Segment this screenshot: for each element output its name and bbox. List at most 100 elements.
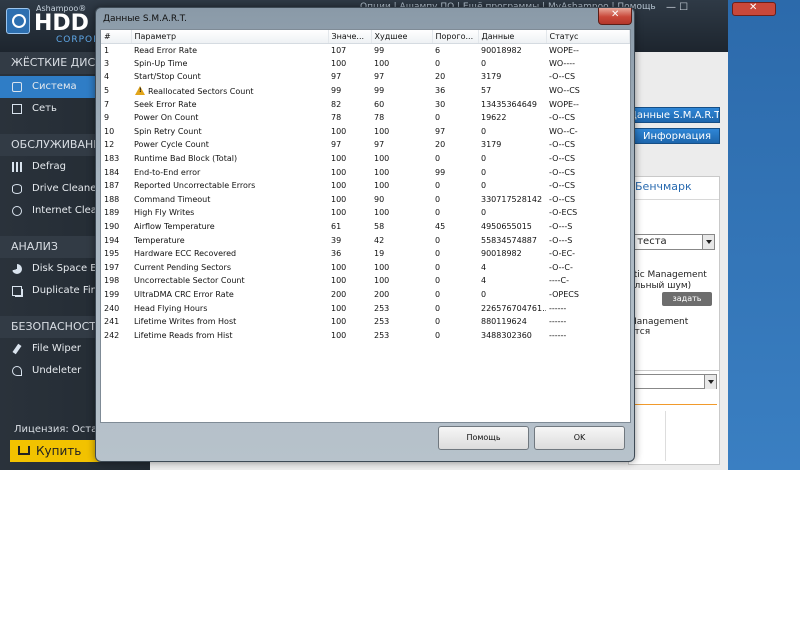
cell-threshold: 0 — [432, 152, 478, 166]
table-row[interactable]: 3 Spin-Up Time 100 100 0 0 WO---- — [101, 57, 629, 71]
cell-threshold-text: 0 — [435, 330, 441, 340]
table-row[interactable]: 183 Runtime Bad Block (Total) 100 100 0 0 -O--… — [101, 152, 629, 166]
cell-id: 10 — [101, 125, 131, 139]
help-button[interactable]: Помощь — [438, 426, 529, 450]
cell-data: 226576704761... — [478, 301, 546, 315]
column-header-worst[interactable]: Худшее — [371, 30, 433, 44]
smart-data-button[interactable]: Данные S.M.A.R.T. — [628, 107, 720, 123]
cell-parameter-text: Read Error Rate — [134, 45, 198, 55]
cell-data: 0 — [478, 206, 546, 220]
test-type-select[interactable]: к теста — [625, 234, 715, 250]
cell-status-text: -O---S — [549, 222, 573, 232]
cell-parameter: Current Pending Sectors — [131, 261, 328, 275]
table-row[interactable]: 184 End-to-End error 100 100 99 0 -O--CS — [101, 165, 629, 179]
table-row[interactable]: 240 Head Flying Hours 100 253 0 226576704761.… — [101, 301, 629, 315]
cell-status: -O--CS — [546, 193, 629, 207]
table-row[interactable]: 188 Command Timeout 100 90 0 330717528142 -O--… — [101, 193, 629, 207]
cell-status-text: ------ — [549, 330, 567, 340]
table-row[interactable]: 7 Seek Error Rate 82 60 30 13435364649 WOPE-- — [101, 97, 629, 111]
table-row[interactable]: 10 Spin Retry Count 100 100 97 0 WO--C- — [101, 125, 629, 139]
cell-id: 3 — [101, 57, 131, 71]
info-button[interactable]: Информация — [628, 128, 720, 144]
cell-status: WOPE-- — [546, 97, 629, 111]
cell-data-text: 3179 — [481, 140, 502, 150]
cell-threshold: 0 — [432, 315, 478, 329]
table-row[interactable]: 198 Uncorrectable Sector Count 100 100 0 4 ---… — [101, 274, 629, 288]
table-row[interactable]: 189 High Fly Writes 100 100 0 0 -O-ECS — [101, 206, 629, 220]
table-row[interactable]: 1 Read Error Rate 107 99 6 90018982 WOPE-- — [101, 43, 629, 57]
cell-parameter: Lifetime Reads from Hist — [131, 328, 328, 342]
cell-parameter: Start/Stop Count — [131, 70, 328, 84]
set-acoustic-button[interactable]: задать — [662, 292, 712, 306]
table-row[interactable]: 190 Airflow Temperature 61 58 45 4950655015 -O… — [101, 220, 629, 234]
cell-parameter-text: Hardware ECC Recovered — [134, 249, 237, 259]
chevron-down-icon[interactable] — [704, 375, 716, 389]
smart-data-dialog: Данные S.M.A.R.T. ✕ # Параметр Значе... … — [95, 7, 635, 462]
cell-id-text: 188 — [104, 194, 120, 204]
column-header-value[interactable]: Значе... — [328, 30, 372, 44]
dialog-close-button[interactable]: ✕ — [598, 8, 632, 25]
cell-data: 0 — [478, 288, 546, 302]
ok-button[interactable]: OK — [534, 426, 625, 450]
cell-data-text: 4 — [481, 276, 487, 286]
table-row[interactable]: 241 Lifetime Writes from Host 100 253 0 88011… — [101, 315, 629, 329]
cell-threshold: 0 — [432, 179, 478, 193]
cell-status-text: -O--CS — [549, 167, 576, 177]
column-header-id[interactable]: # — [101, 30, 132, 44]
cell-worst: 99 — [371, 84, 432, 98]
cell-id-text: 1 — [104, 45, 110, 55]
app-window-buttons[interactable]: — ☐ — [666, 2, 688, 13]
chevron-down-icon[interactable] — [702, 235, 714, 249]
cell-id: 184 — [101, 165, 131, 179]
cell-worst-text: 99 — [374, 86, 385, 96]
cell-worst: 19 — [371, 247, 432, 261]
cell-data: 90018982 — [478, 247, 546, 261]
column-header-status[interactable]: Статус — [546, 30, 630, 44]
cell-threshold-text: 99 — [435, 167, 446, 177]
drive-cleaner-icon — [12, 184, 22, 194]
cell-value-text: 200 — [331, 289, 347, 299]
cell-value-text: 100 — [331, 262, 347, 272]
table-row[interactable]: 12 Power Cycle Count 97 97 20 3179 -O--CS — [101, 138, 629, 152]
cell-threshold: 0 — [432, 111, 478, 125]
cell-value-text: 100 — [331, 208, 347, 218]
table-row[interactable]: 199 UltraDMA CRC Error Rate 200 200 0 0 -OPECS — [101, 288, 629, 302]
cell-data-text: 0 — [481, 208, 487, 218]
cell-status-text: -O--CS — [549, 181, 576, 191]
cell-id-text: 199 — [104, 289, 120, 299]
cell-worst: 100 — [371, 152, 432, 166]
cell-data: 19622 — [478, 111, 546, 125]
cell-threshold: 99 — [432, 165, 478, 179]
table-row[interactable]: 194 Temperature 39 42 0 55834574887 -O---S — [101, 233, 629, 247]
column-header-data[interactable]: Данные — [478, 30, 547, 44]
cell-status-text: WO---- — [549, 58, 575, 68]
smart-table-container: # Параметр Значе... Худшее Порого... Дан… — [100, 29, 631, 423]
table-row[interactable]: 9 Power On Count 78 78 0 19622 -O--CS — [101, 111, 629, 125]
table-row[interactable]: 197 Current Pending Sectors 100 100 0 4 -O--C- — [101, 261, 629, 275]
cell-value-text: 100 — [331, 303, 347, 313]
outer-window-close-button[interactable] — [732, 2, 776, 16]
graph-line — [631, 404, 717, 405]
table-row[interactable]: 4 Start/Stop Count 97 97 20 3179 -O--CS — [101, 70, 629, 84]
table-row[interactable]: 195 Hardware ECC Recovered 36 19 0 90018982 -O… — [101, 247, 629, 261]
cell-data: 4 — [478, 261, 546, 275]
cell-data: 4950655015 — [478, 220, 546, 234]
table-row[interactable]: 187 Reported Uncorrectable Errors 100 100 0 0… — [101, 179, 629, 193]
cell-data: 330717528142 — [478, 193, 546, 207]
table-row[interactable]: 5 Reallocated Sectors Count 99 99 36 57 WO--CS — [101, 84, 629, 98]
table-row[interactable]: 242 Lifetime Reads from Hist 100 253 0 348830… — [101, 328, 629, 342]
cell-worst: 97 — [371, 70, 432, 84]
cell-status-text: ----C- — [549, 276, 570, 286]
cell-worst: 253 — [371, 301, 432, 315]
sidebar-item-label: Drive Cleaner — [32, 183, 101, 194]
cell-parameter-text: Spin-Up Time — [134, 58, 188, 68]
cell-value: 39 — [328, 233, 371, 247]
column-header-threshold[interactable]: Порого... — [432, 30, 479, 44]
cell-value-text: 78 — [331, 113, 342, 123]
column-header-parameter[interactable]: Параметр — [131, 30, 329, 44]
graph-select[interactable] — [633, 374, 717, 389]
buy-label: Купить — [36, 444, 82, 458]
cell-id: 189 — [101, 206, 131, 220]
cell-parameter: Seek Error Rate — [131, 97, 328, 111]
cell-worst-text: 100 — [374, 154, 390, 164]
